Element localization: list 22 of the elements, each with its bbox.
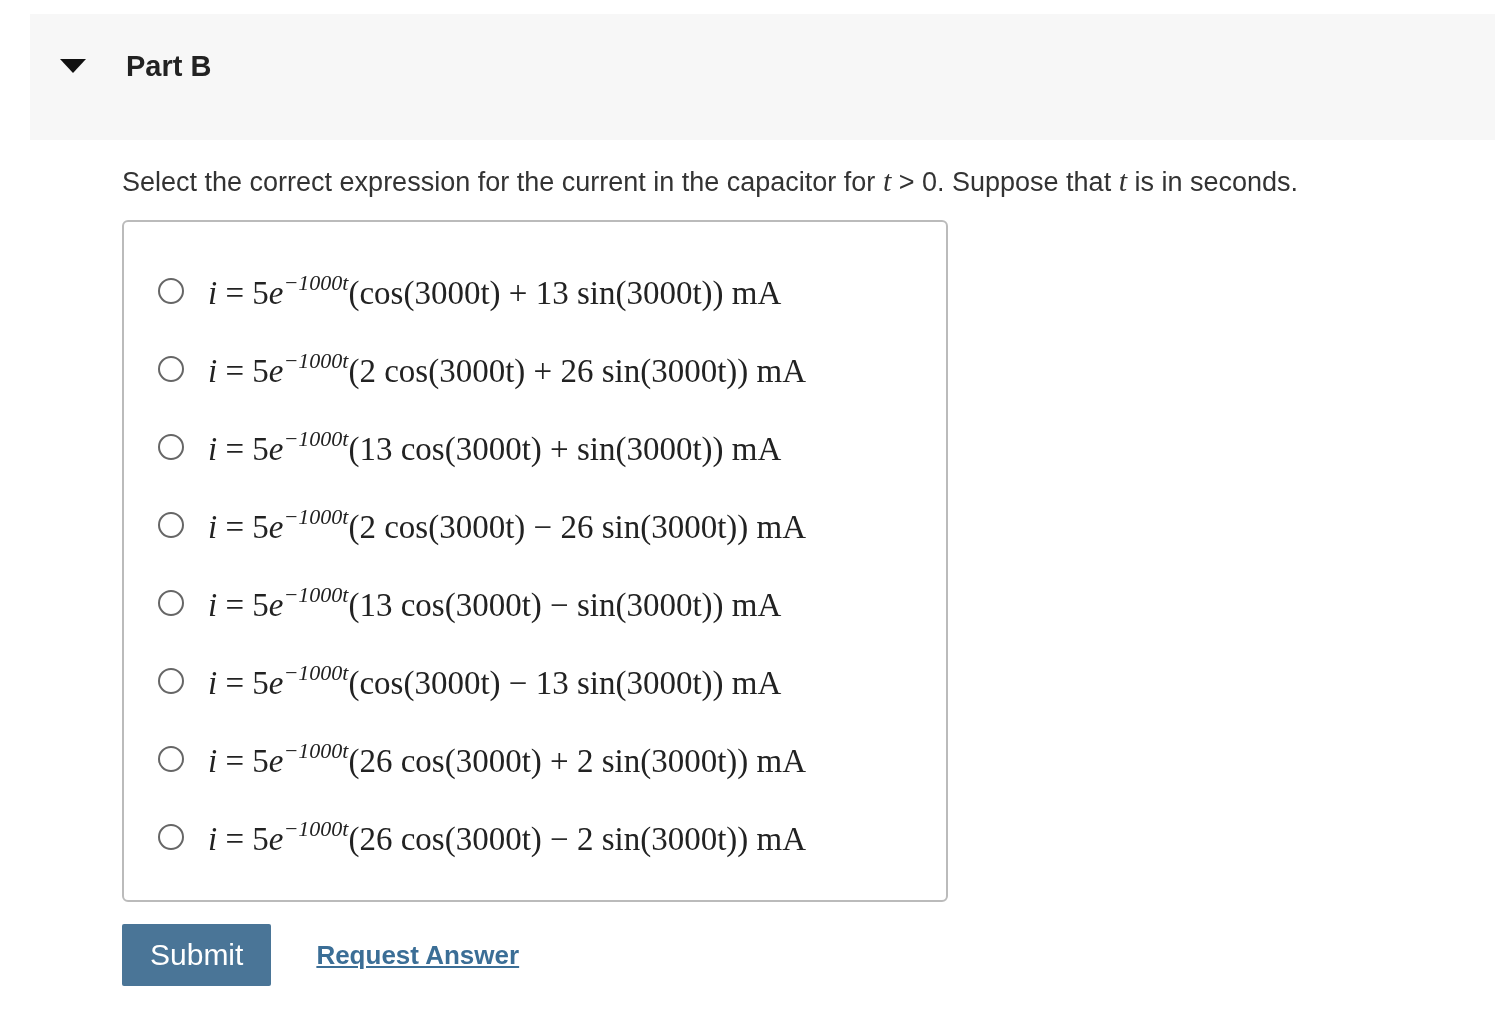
option-expression[interactable]: i = 5e$^{−1000t}$(13 cos(3000t) − sin(3000t)) mA: [208, 582, 782, 624]
radio-button[interactable]: [158, 590, 184, 616]
part-title: Part B: [126, 49, 212, 83]
option-expression[interactable]: i = 5e$^{−1000t}$(2 cos(3000t) − 26 sin(3000t)) mA: [208, 504, 807, 546]
option-expression[interactable]: i = 5e$^{−1000t}$(26 cos(3000t) + 2 sin(3000t)) mA: [208, 738, 807, 780]
radio-button[interactable]: [158, 746, 184, 772]
option-expression[interactable]: i = 5e$^{−1000t}$(2 cos(3000t) + 26 sin(3000t)) mA: [208, 348, 807, 390]
radio-button[interactable]: [158, 278, 184, 304]
request-answer-link[interactable]: Request Answer: [316, 939, 520, 971]
submit-button[interactable]: Submit: [122, 924, 272, 986]
option-expression[interactable]: i = 5e$^{−1000t}$(26 cos(3000t) − 2 sin(3000t)) mA: [208, 816, 807, 858]
caret-down-icon[interactable]: [60, 59, 86, 73]
option-expression[interactable]: i = 5e$^{−1000t}$(13 cos(3000t) + sin(3000t)) mA: [208, 426, 782, 468]
radio-button[interactable]: [158, 824, 184, 850]
question-text: Select the correct expression for the current in the capacitor for t > 0. Suppose that t is in seconds.: [122, 164, 1300, 198]
radio-button[interactable]: [158, 668, 184, 694]
option-expression[interactable]: i = 5e$^{−1000t}$(cos(3000t) − 13 sin(3000t)) mA: [208, 660, 782, 702]
option-expression[interactable]: i = 5e$^{−1000t}$(cos(3000t) + 13 sin(3000t)) mA: [208, 270, 782, 312]
part-header[interactable]: Part B: [30, 14, 1495, 140]
radio-button[interactable]: [158, 434, 184, 460]
radio-button[interactable]: [158, 512, 184, 538]
radio-button[interactable]: [158, 356, 184, 382]
